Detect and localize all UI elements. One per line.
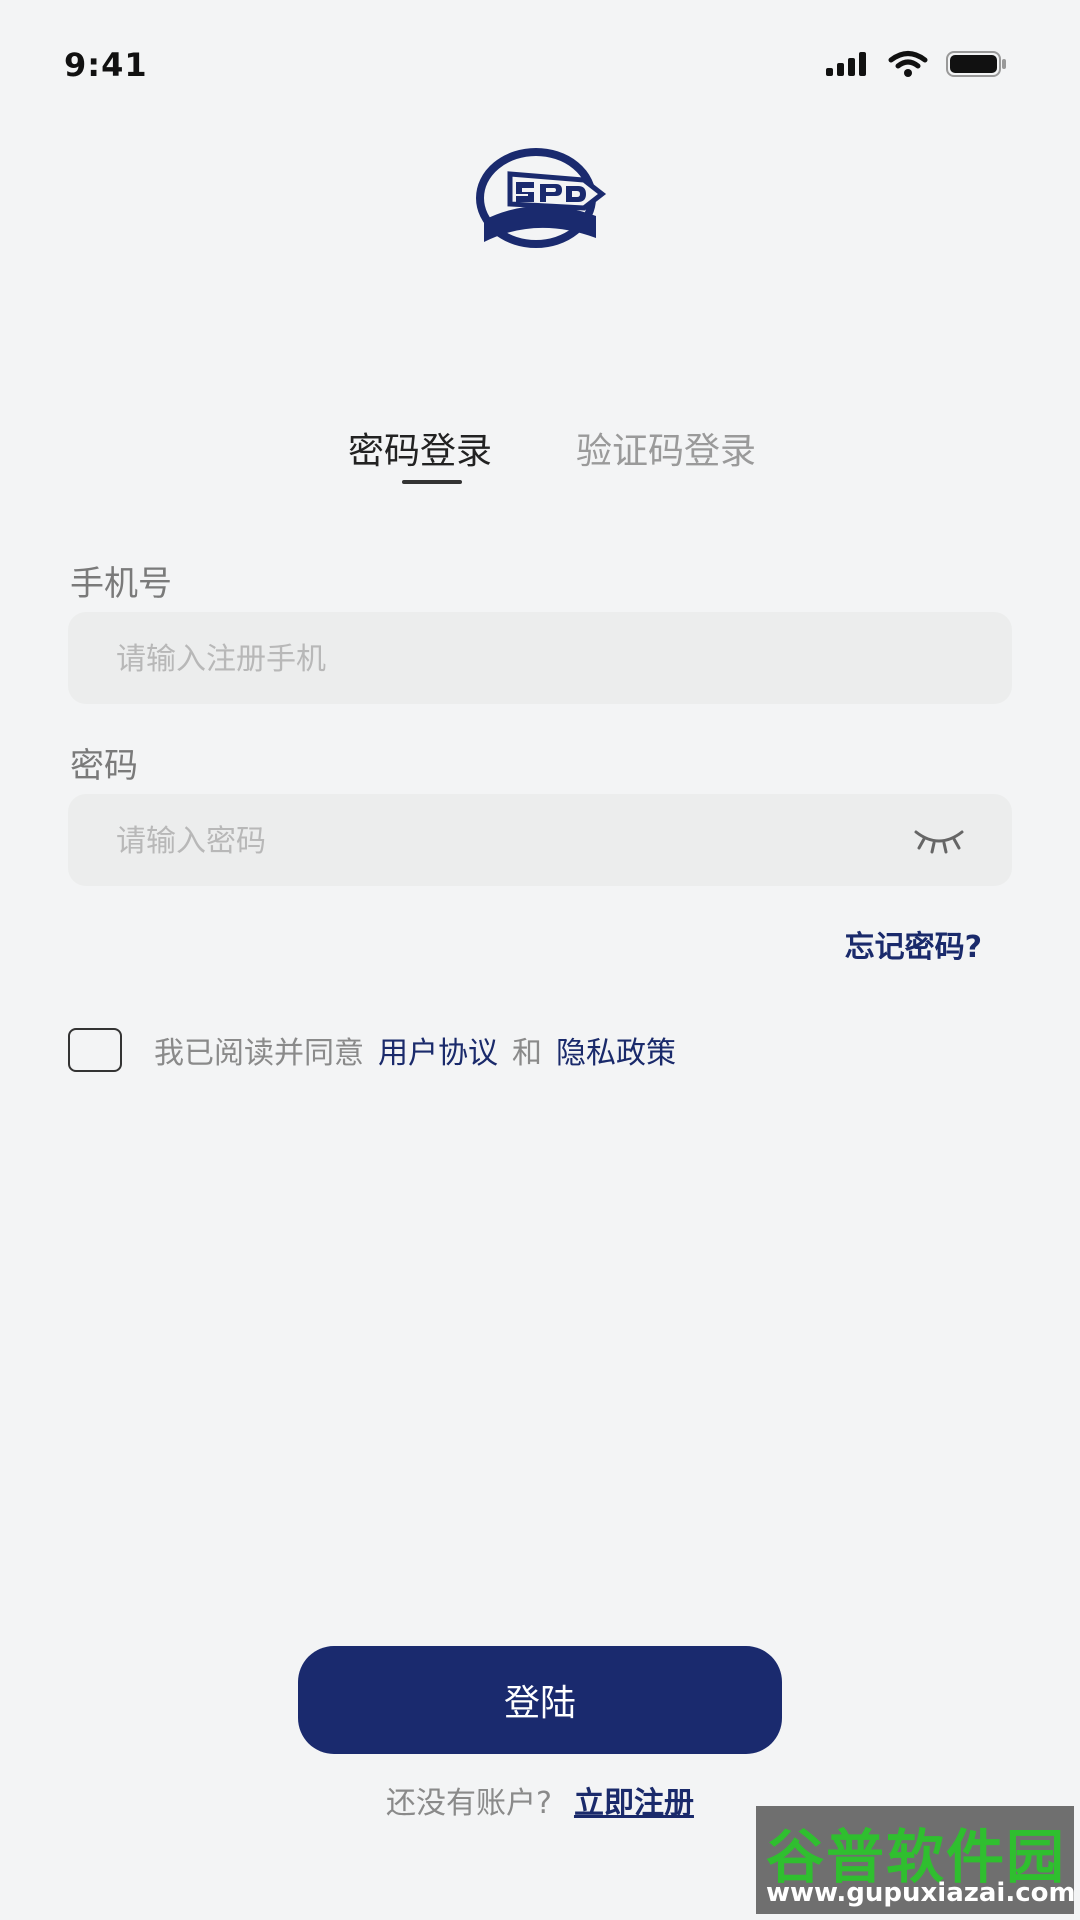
- wifi-icon: [888, 51, 928, 77]
- forgot-password-link[interactable]: 忘记密码?: [845, 922, 982, 966]
- eye-closed-icon[interactable]: [912, 824, 966, 856]
- login-button[interactable]: 登陆: [298, 1646, 782, 1754]
- agree-checkbox[interactable]: [68, 1028, 122, 1072]
- phone-label: 手机号: [70, 564, 172, 604]
- agreement-row: 我已阅读并同意 用户协议 和 隐私政策: [68, 1024, 676, 1076]
- register-link[interactable]: 立即注册: [574, 1786, 694, 1821]
- spd-logo: [476, 148, 607, 248]
- password-input[interactable]: [114, 794, 918, 888]
- status-time: 9:41: [64, 46, 148, 84]
- watermark-url: www.gupuxiazai.com: [766, 1878, 1076, 1908]
- battery-icon: [946, 51, 1006, 77]
- tab-password-login[interactable]: 密码登录: [348, 422, 492, 474]
- signal-icon: [826, 52, 866, 76]
- status-icons: [826, 50, 1008, 78]
- phone-field: [68, 612, 1012, 706]
- agreement-and: 和: [512, 1036, 542, 1071]
- status-bar: 9:41: [0, 0, 1080, 130]
- privacy-policy-link[interactable]: 隐私政策: [556, 1028, 676, 1072]
- password-field: [68, 794, 1012, 888]
- agreement-text: 我已阅读并同意: [154, 1036, 364, 1071]
- tab-code-login[interactable]: 验证码登录: [576, 422, 756, 474]
- active-tab-indicator: [402, 480, 462, 484]
- watermark: 谷普软件园 www.gupuxiazai.com: [756, 1806, 1076, 1914]
- login-tabs: 密码登录 验证码登录: [0, 410, 1080, 490]
- password-label: 密码: [70, 746, 138, 786]
- user-agreement-link[interactable]: 用户协议: [378, 1028, 498, 1072]
- register-prompt: 还没有账户?: [386, 1786, 552, 1821]
- phone-input[interactable]: [114, 612, 918, 706]
